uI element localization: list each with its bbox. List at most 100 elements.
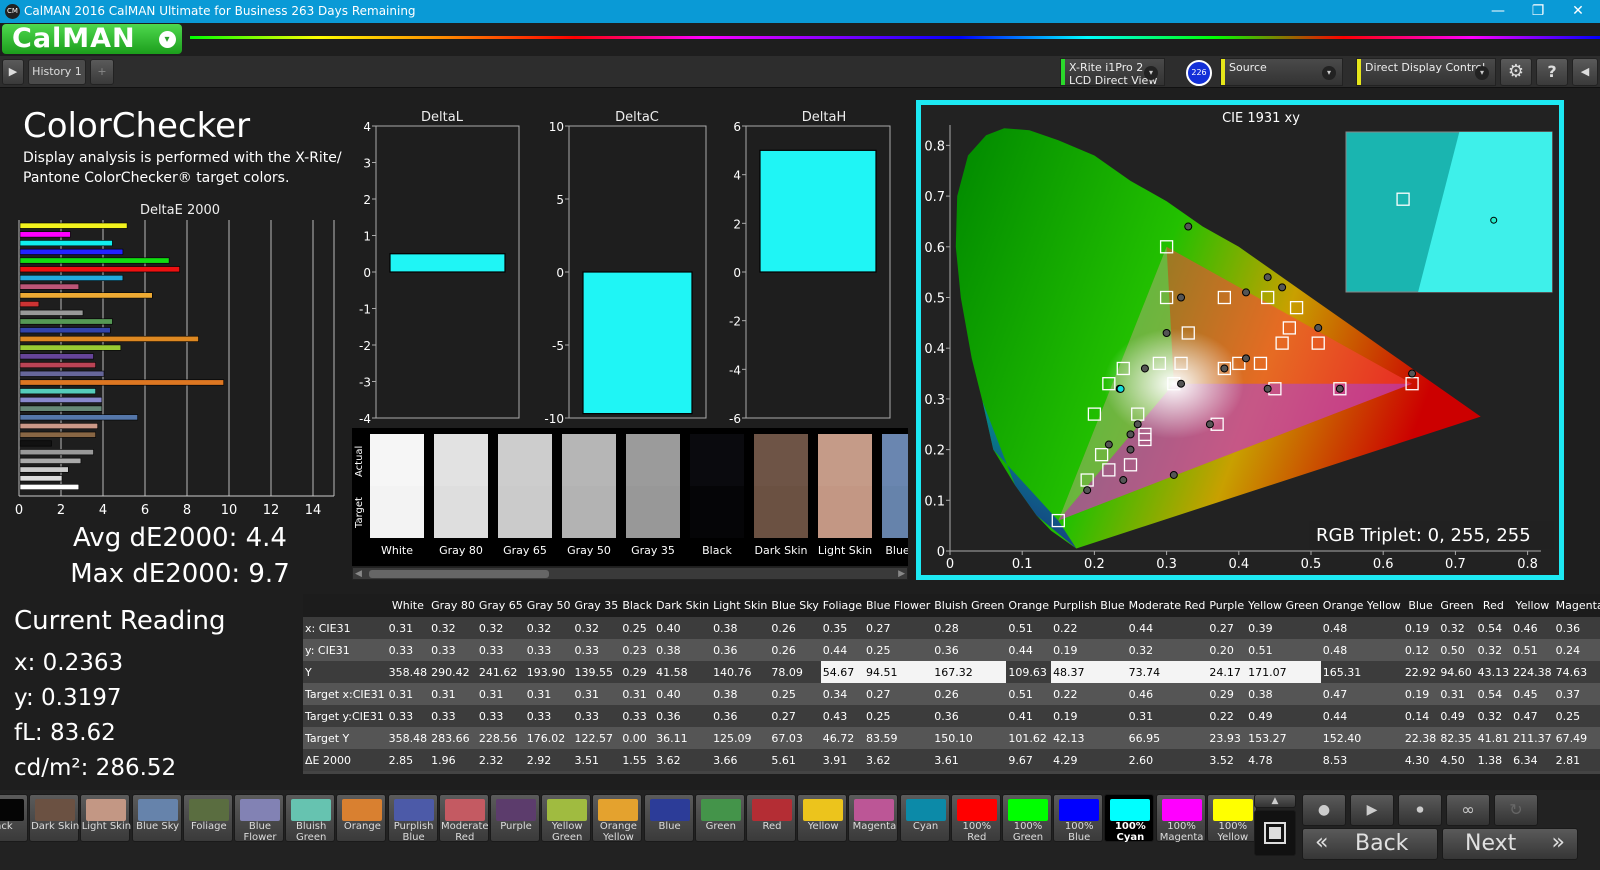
color-chip-light-skin[interactable]: Light Skin [80, 794, 131, 842]
scroll-left-icon[interactable]: ◀ [355, 569, 362, 579]
collapse-up-button[interactable]: ▲ [1254, 794, 1296, 808]
color-chip-red[interactable]: Red [746, 794, 796, 842]
color-chip-100-red[interactable]: 100% Red [950, 794, 1001, 843]
play-workflow-button[interactable]: ▶ [2, 59, 24, 85]
record-button[interactable]: ⏺ [1398, 794, 1442, 826]
swatch-gray-80[interactable]: Gray 80 [434, 434, 488, 557]
table-cell: 2.81 [1553, 749, 1600, 771]
color-chip-100-yellow[interactable]: 100% Yellow [1206, 794, 1257, 843]
cie-actual-point [1177, 293, 1186, 302]
swatch-target [498, 486, 552, 538]
table-cell: 42.13 [1051, 727, 1127, 749]
add-tab-button[interactable]: + [90, 59, 114, 85]
table-cell: 0.32 [1126, 639, 1208, 661]
delta-tick-label: 6 [733, 120, 741, 134]
calman-logo-button[interactable]: CalMAN ▾ [2, 24, 182, 54]
color-chip-purple[interactable]: Purple [490, 794, 540, 842]
color-chip-100-blue[interactable]: 100% Blue [1053, 794, 1104, 843]
tab-history-1[interactable]: History 1 [28, 59, 86, 85]
chip-swatch [700, 799, 741, 821]
swatch-light-skin[interactable]: Light Skin [818, 434, 872, 557]
cie-y-tick-label: 0.8 [924, 139, 945, 154]
source-selector[interactable]: Source ▾ [1220, 58, 1343, 86]
table-cell: 0.45 [1511, 683, 1554, 705]
swatch-dark-skin[interactable]: Dark Skin [754, 434, 808, 557]
table-row-label: ΔE 2000 [303, 749, 387, 771]
reading-x: x: 0.2363 [14, 650, 124, 676]
table-cell: 4.78 [1246, 749, 1321, 771]
table-header-row: White Gray 80 Gray 65 Gray 50 Gray 35 Black Da… [303, 594, 1600, 617]
table-cell: 0.22 [1207, 705, 1247, 727]
chevron-down-icon: ▾ [1322, 66, 1336, 80]
color-chip-yellow[interactable]: Yellow [797, 794, 848, 842]
table-cell: 0.43 [820, 705, 864, 727]
color-chip-ack[interactable]: ack [0, 794, 28, 842]
next-button[interactable]: Next » [1442, 828, 1578, 860]
color-chip-orange[interactable]: Orange [336, 794, 387, 842]
swatch-gray-35[interactable]: Gray 35 [626, 434, 680, 557]
collapse-panel-button[interactable]: ◀ [1572, 58, 1598, 86]
cie-x-tick-label: 0.6 [1373, 557, 1394, 572]
table-cell: 83.59 [864, 727, 933, 749]
table-cell: 0.34 [820, 683, 864, 705]
color-chip-blue-flower[interactable]: Blue Flower [234, 794, 284, 843]
color-chip-orange-yellow[interactable]: Orange Yellow [592, 794, 643, 843]
swatch-gray-50[interactable]: Gray 50 [562, 434, 616, 557]
meter-selector[interactable]: X-Rite i1Pro 2 LCD Direct View ▾ [1060, 58, 1165, 87]
swatch-actual [498, 434, 552, 486]
maximize-button[interactable]: ❐ [1518, 0, 1558, 23]
chip-swatch [342, 799, 383, 821]
color-chip-blue-sky[interactable]: Blue Sky [131, 794, 182, 842]
color-chip-yellow-green[interactable]: Yellow Green [541, 794, 592, 843]
cie-actual-point [1133, 420, 1142, 429]
loop-button[interactable]: ∞ [1446, 794, 1490, 826]
color-chip-bluish-green[interactable]: Bluish Green [285, 794, 336, 843]
color-chip-100-cyan[interactable]: 100% Cyan [1104, 794, 1155, 843]
table-cell: 41.81 [1475, 727, 1512, 749]
color-chip-100-magenta[interactable]: 100% Magenta [1155, 794, 1206, 843]
meter-badge[interactable]: 226 [1186, 60, 1212, 86]
table-column-header: Dark Skin [654, 594, 712, 617]
swatch-scrollbar[interactable]: ◀ ▶ [352, 567, 908, 580]
color-chip-100-green[interactable]: 100% Green [1002, 794, 1052, 843]
deltae-bar [19, 248, 124, 255]
color-chip-blue[interactable]: Blue [643, 794, 694, 842]
settings-button[interactable]: ⚙ [1500, 58, 1532, 86]
plus-icon: + [97, 65, 107, 78]
close-button[interactable]: ✕ [1558, 0, 1598, 23]
table-cell: 0.27 [1207, 617, 1247, 639]
color-chip-foliage[interactable]: Foliage [182, 794, 233, 842]
table-cell: 211.37 [1511, 727, 1554, 749]
color-chip-cyan[interactable]: Cyan [899, 794, 950, 842]
deltae-tick-label: 4 [99, 503, 107, 518]
stop-button[interactable]: ● [1302, 794, 1346, 826]
cie-actual-point [1126, 445, 1135, 454]
table-cell: 290.42 [429, 661, 477, 683]
color-chip-dark-skin[interactable]: Dark Skin [29, 794, 79, 842]
scroll-right-icon[interactable]: ▶ [898, 569, 905, 579]
color-chip-purplish-blue[interactable]: Purplish Blue [387, 794, 438, 843]
play-button[interactable]: ▶ [1350, 794, 1394, 826]
display-control-selector[interactable]: Direct Display Control ▾ [1356, 58, 1496, 86]
swatch-blue-sky[interactable]: Blue Sky [882, 434, 908, 557]
scrollbar-thumb[interactable] [369, 570, 549, 578]
table-cell: 41.58 [654, 661, 712, 683]
cie-actual-point [1169, 470, 1178, 479]
color-chip-magenta[interactable]: Magenta [848, 794, 899, 842]
swatch-gray-65[interactable]: Gray 65 [498, 434, 552, 557]
color-chip-moderate-red[interactable]: Moderate Red [438, 794, 489, 843]
refresh-button[interactable]: ↻ [1494, 794, 1538, 826]
cie-actual-point [1140, 364, 1149, 373]
cie-y-tick-label: 0.4 [924, 342, 945, 357]
table-cell: 0.48 [1320, 617, 1403, 639]
minimize-button[interactable]: — [1478, 0, 1518, 23]
help-button[interactable]: ? [1536, 58, 1568, 86]
back-button[interactable]: « Back [1302, 828, 1438, 860]
table-cell: 24.17 [1207, 661, 1247, 683]
swatch-black[interactable]: Black [690, 434, 744, 557]
color-chip-green[interactable]: Green [694, 794, 745, 842]
table-cell: 0.41 [1006, 705, 1052, 727]
table-cell: 0.33 [476, 639, 525, 661]
stop-measure-button[interactable] [1254, 810, 1296, 856]
swatch-white[interactable]: White [370, 434, 424, 557]
